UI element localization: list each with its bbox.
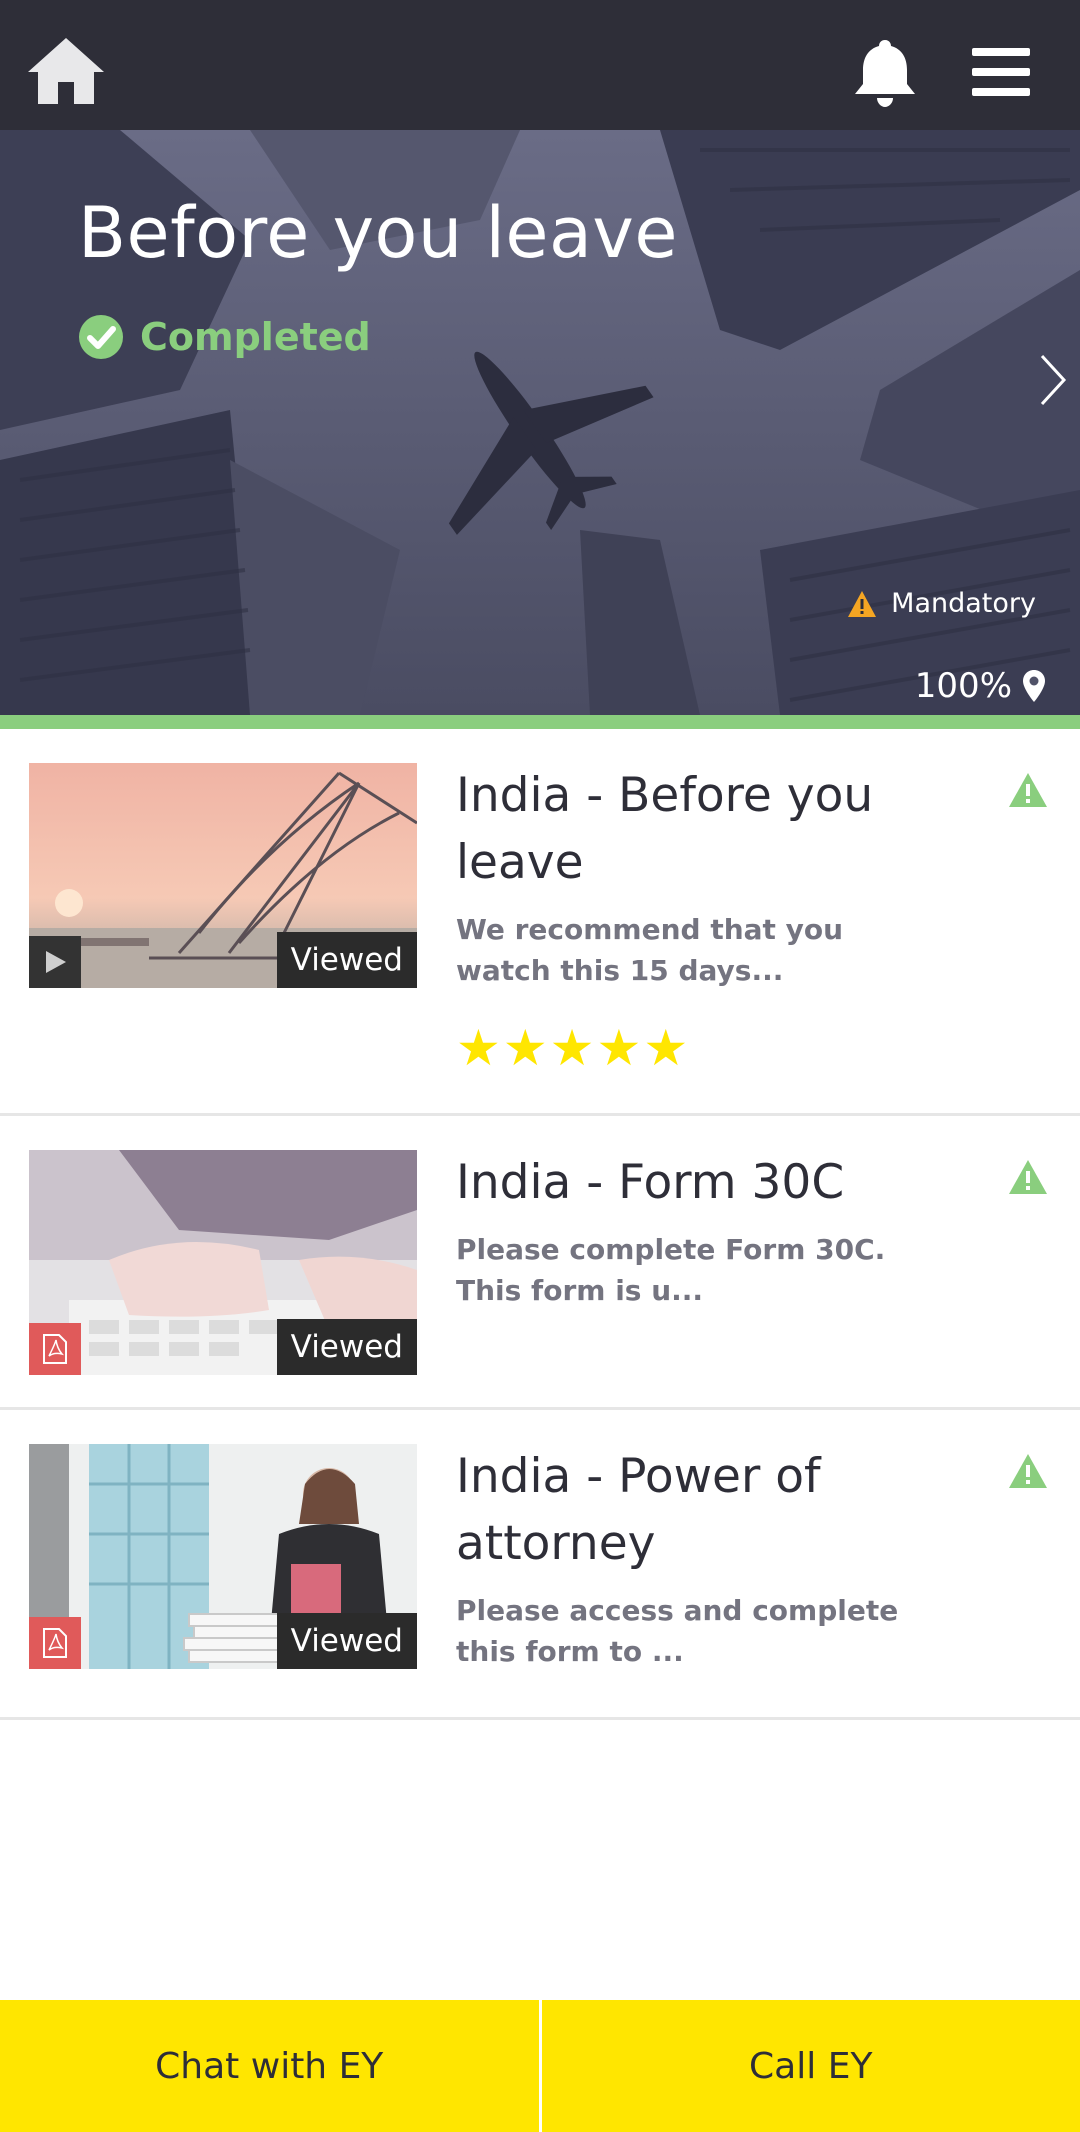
item-title[interactable]: India - Form 30C [456,1149,956,1216]
chevron-right-icon[interactable] [1038,352,1068,408]
hero-banner: Before you leave Completed Mandatory 100… [0,130,1080,715]
item-thumbnail[interactable]: Viewed [29,1150,417,1375]
warning-icon [1009,773,1047,807]
list-item[interactable]: Viewed India - Before you leave We recom… [0,729,1080,1116]
completion-status: Completed [78,312,371,362]
home-icon[interactable] [24,34,108,106]
warning-icon [848,590,877,617]
item-title[interactable]: India - Before you leave [456,762,956,896]
hamburger-menu-icon[interactable] [972,46,1030,98]
star-icon[interactable]: ★ [643,1023,688,1073]
list-item[interactable]: Viewed India - Power of attorney Please … [0,1410,1080,1720]
viewed-badge: Viewed [276,932,417,988]
star-icon[interactable]: ★ [503,1023,548,1073]
mandatory-badge: Mandatory [847,588,1036,619]
item-description: We recommend that you watch this 15 days… [456,913,844,987]
viewed-badge: Viewed [276,1613,417,1669]
warning-icon [1009,1454,1047,1488]
star-icon[interactable]: ★ [596,1023,641,1073]
progress-indicator: 100% [915,666,1046,706]
list-item[interactable]: Viewed India - Form 30C Please complete … [0,1116,1080,1410]
warning-icon [1009,1160,1047,1194]
pdf-file-icon [43,1628,67,1658]
bottom-action-bar: Chat with EY Call EY [0,2000,1080,2132]
pdf-type-badge [29,1323,81,1375]
chat-with-ey-button[interactable]: Chat with EY [0,2000,539,2132]
item-title[interactable]: India - Power of attorney [456,1443,956,1577]
video-type-badge [29,936,81,988]
item-thumbnail[interactable]: Viewed [29,1444,417,1669]
progress-percent: 100% [914,666,1012,706]
star-icon[interactable]: ★ [456,1023,501,1073]
mandatory-label: Mandatory [891,588,1036,619]
item-thumbnail[interactable]: Viewed [29,763,417,988]
pdf-type-badge [29,1617,81,1669]
top-app-bar [0,0,1080,130]
progress-bar-fill [0,715,1080,729]
call-ey-button[interactable]: Call EY [542,2000,1080,2132]
star-icon[interactable]: ★ [550,1023,595,1073]
bell-icon[interactable] [850,36,920,108]
item-description: Please complete Form 30C. This form is u… [456,1233,886,1307]
pdf-file-icon [43,1334,67,1364]
viewed-badge: Viewed [276,1319,417,1375]
progress-bar [0,715,1080,729]
map-pin-icon [1023,670,1045,702]
status-label: Completed [140,315,371,359]
item-description: Please access and complete this form to … [456,1594,899,1668]
star-rating[interactable]: ★ ★ ★ ★ ★ [456,1023,690,1073]
play-icon [46,951,66,973]
hero-title: Before you leave [78,192,678,274]
check-circle-icon [79,315,123,359]
